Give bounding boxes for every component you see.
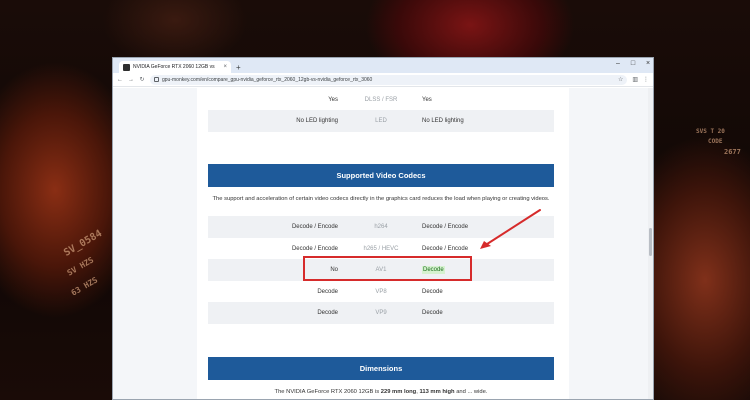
codec-label: h264	[374, 224, 388, 230]
new-tab-button[interactable]: +	[236, 64, 241, 72]
codecs-section-header: Supported Video Codecs	[208, 164, 554, 187]
gpu1-value: Decode / Encode	[291, 246, 338, 252]
table-row: Yes DLSS / FSR Yes	[208, 89, 554, 111]
address-bar[interactable]: gpu-monkey.com/en/compare_gpu-nvidia_gef…	[150, 74, 628, 85]
gpu2-value: No LED lighting	[422, 118, 464, 124]
feature-label: LED	[375, 118, 387, 124]
table-row: Decode VP9 Decode	[208, 302, 554, 324]
scrollbar-thumb[interactable]	[649, 228, 652, 256]
dimensions-height: 113 mm high	[419, 389, 455, 395]
tab-bar: NVIDIA GeForce RTX 2060 12GB vs × + – □ …	[113, 58, 653, 73]
star-icon[interactable]: ☆	[618, 77, 623, 83]
wallpaper-text: SVS T 20	[696, 128, 725, 135]
sidebar-icon[interactable]: ▥	[632, 77, 638, 83]
lock-icon[interactable]	[154, 77, 159, 82]
minimize-button[interactable]: –	[615, 60, 621, 67]
maximize-button[interactable]: □	[630, 60, 636, 67]
dimensions-text: The NVIDIA GeForce RTX 2060 12GB is 229 …	[208, 389, 554, 395]
dimensions-length: 229 mm long	[380, 389, 417, 395]
dimensions-separator: ,	[416, 389, 418, 395]
feature-label: DLSS / FSR	[364, 97, 398, 103]
table-row: Decode VP8 Decode	[208, 281, 554, 303]
tab-close-icon[interactable]: ×	[223, 64, 227, 70]
codec-label: VP9	[375, 310, 387, 316]
browser-toolbar: ← → ↻ gpu-monkey.com/en/compare_gpu-nvid…	[113, 73, 653, 87]
gpu2-value: Decode	[422, 289, 443, 295]
window-controls: – □ ×	[615, 60, 651, 67]
dimensions-text-prefix: The NVIDIA GeForce RTX 2060 12GB is	[274, 389, 380, 395]
gpu1-value: Yes	[328, 97, 338, 103]
dimensions-section-header: Dimensions	[208, 357, 554, 380]
url-text[interactable]: gpu-monkey.com/en/compare_gpu-nvidia_gef…	[162, 77, 615, 83]
codec-label: h265 / HEVC	[363, 246, 399, 252]
wallpaper-text: SV_0584	[62, 228, 105, 259]
gpu1-value: No LED lighting	[296, 118, 338, 124]
forward-button[interactable]: →	[128, 77, 134, 83]
codec-label: VP8	[375, 289, 387, 295]
table-row: No LED lighting LED No LED lighting	[208, 110, 554, 132]
gpu1-value: Decode	[317, 289, 338, 295]
vertical-scrollbar[interactable]	[648, 88, 653, 399]
close-window-button[interactable]: ×	[645, 60, 651, 67]
menu-icon[interactable]: ⋮	[643, 77, 649, 83]
favicon-icon	[123, 63, 130, 71]
annotation-arrow	[480, 209, 541, 249]
gpu2-value: Yes	[422, 97, 432, 103]
wallpaper-text: 63 HZS	[69, 275, 100, 298]
wallpaper-text: 2677	[724, 148, 741, 156]
back-button[interactable]: ←	[117, 77, 123, 83]
gpu2-value: Decode	[422, 310, 443, 316]
browser-tab[interactable]: NVIDIA GeForce RTX 2060 12GB vs ×	[119, 61, 231, 73]
annotation-highlight-box	[303, 256, 472, 281]
wallpaper-text: CODE	[708, 138, 723, 145]
gpu1-value: Decode / Encode	[291, 224, 338, 230]
dimensions-text-suffix: and ... wide.	[456, 389, 488, 395]
reload-button[interactable]: ↻	[139, 77, 145, 83]
gpu1-value: Decode	[317, 310, 338, 316]
tab-title: NVIDIA GeForce RTX 2060 12GB vs	[133, 64, 215, 70]
wallpaper-text: SV HZS	[65, 255, 96, 278]
